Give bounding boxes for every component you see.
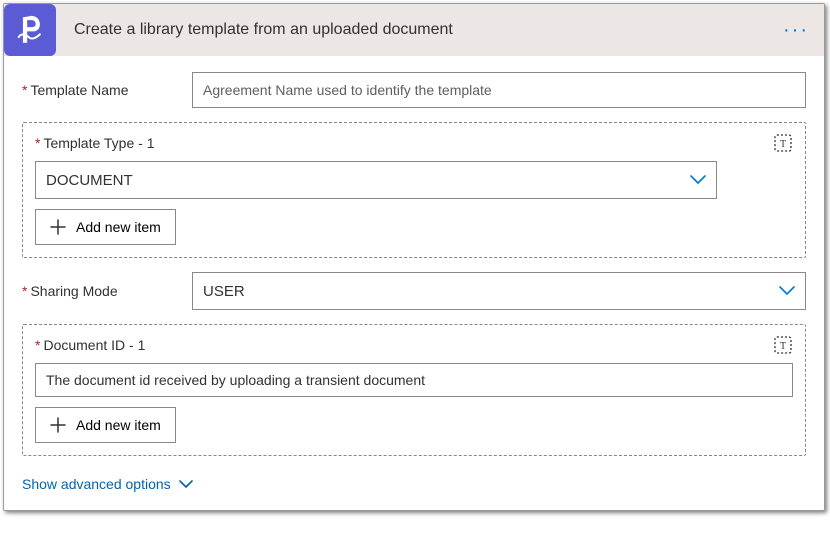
add-document-id-label: Add new item — [76, 417, 161, 433]
card-title: Create a library template from an upload… — [56, 21, 780, 39]
template-type-label: Template Type - 1 — [35, 135, 154, 151]
add-template-type-button[interactable]: Add new item — [35, 209, 176, 245]
chevron-down-icon — [779, 286, 795, 296]
plus-icon — [50, 417, 66, 433]
template-type-select[interactable]: DOCUMENT — [35, 161, 717, 199]
advanced-label: Show advanced options — [22, 476, 171, 492]
sharing-mode-value: USER — [203, 283, 245, 300]
adobe-sign-icon — [4, 4, 56, 56]
array-toggle-icon[interactable]: T — [773, 133, 793, 153]
template-name-label: Template Name — [22, 82, 192, 98]
svg-text:T: T — [780, 341, 786, 352]
template-name-input[interactable] — [192, 72, 806, 108]
document-id-value: The document id received by uploading a … — [46, 372, 425, 388]
document-id-label: Document ID - 1 — [35, 337, 145, 353]
sharing-mode-select[interactable]: USER — [192, 272, 806, 310]
sharing-mode-row: Sharing Mode USER — [22, 272, 806, 310]
array-toggle-icon[interactable]: T — [773, 335, 793, 355]
more-menu-button[interactable]: ··· — [780, 19, 812, 42]
svg-text:T: T — [780, 139, 786, 150]
template-type-value: DOCUMENT — [46, 172, 133, 189]
show-advanced-options-link[interactable]: Show advanced options — [22, 470, 193, 496]
document-id-group: Document ID - 1 T The document id receiv… — [22, 324, 806, 456]
chevron-down-icon — [690, 175, 706, 185]
plus-icon — [50, 219, 66, 235]
document-id-input[interactable]: The document id received by uploading a … — [35, 363, 793, 397]
template-type-group: Template Type - 1 T DOCUMENT Add — [22, 122, 806, 258]
add-template-type-label: Add new item — [76, 219, 161, 235]
template-name-row: Template Name — [22, 72, 806, 108]
chevron-down-icon — [179, 480, 193, 489]
card-body: Template Name Template Type - 1 T DOCUME… — [4, 56, 824, 510]
card-header: Create a library template from an upload… — [4, 4, 824, 56]
action-card: Create a library template from an upload… — [3, 3, 825, 511]
add-document-id-button[interactable]: Add new item — [35, 407, 176, 443]
sharing-mode-label: Sharing Mode — [22, 283, 192, 299]
